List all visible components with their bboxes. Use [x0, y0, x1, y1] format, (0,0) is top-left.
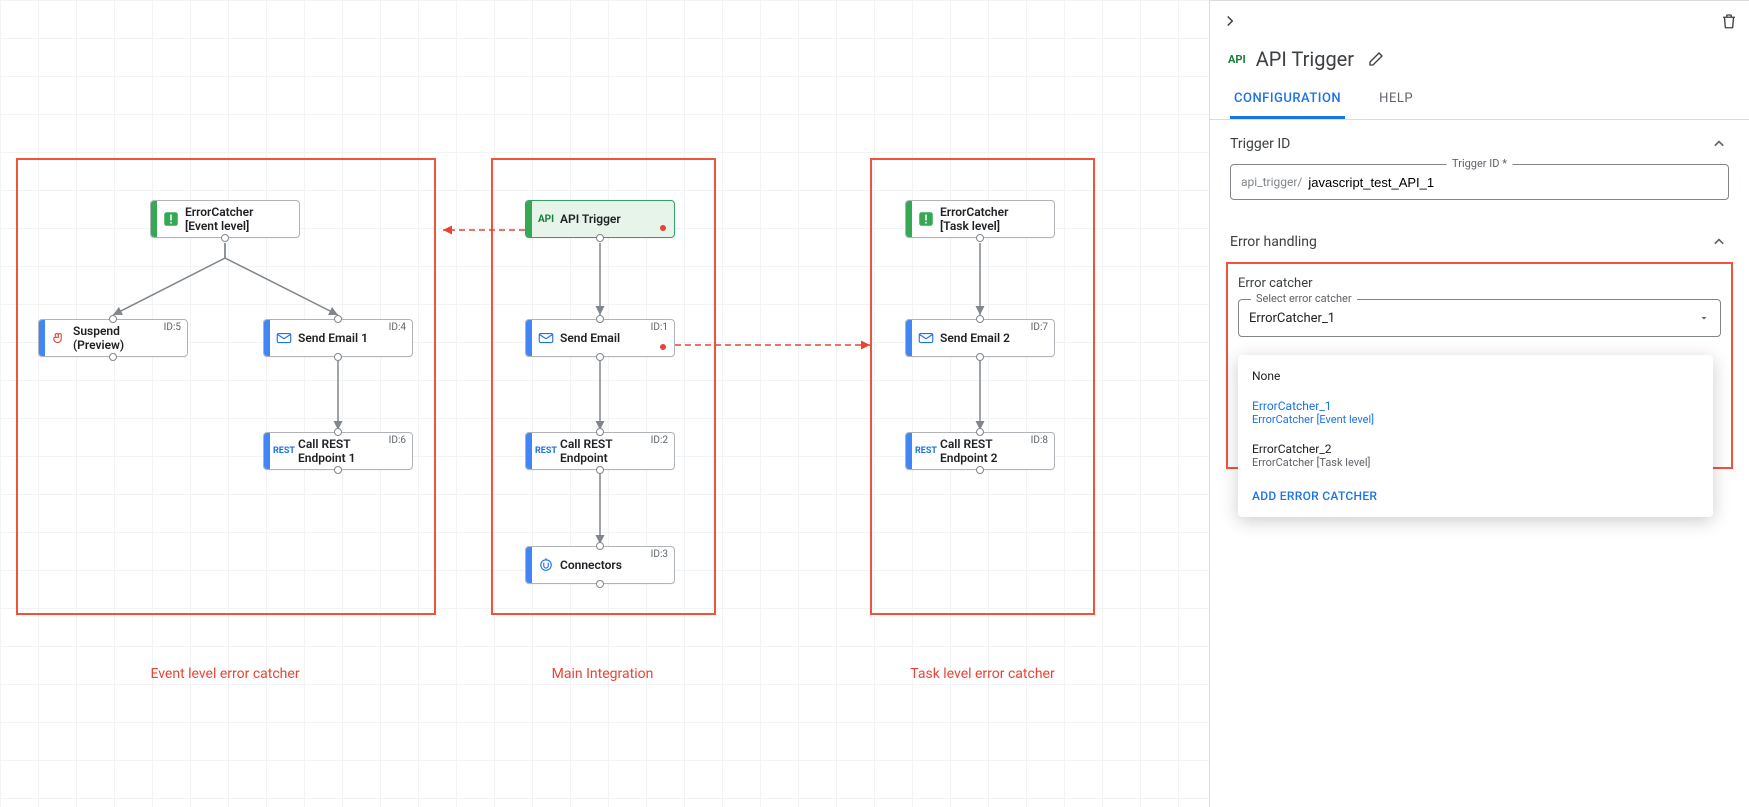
node-rest[interactable]: REST Call REST Endpoint ID:2 — [525, 432, 675, 470]
trigger-id-input[interactable] — [1306, 174, 1718, 191]
option-errorcatcher-1[interactable]: ErrorCatcher_1 ErrorCatcher [Event level… — [1238, 391, 1713, 434]
node-label: Connectors — [560, 558, 674, 572]
error-indicator-icon — [660, 225, 666, 231]
select-label: Select error catcher — [1251, 292, 1357, 305]
region-label-event: Event level error catcher — [90, 666, 360, 682]
add-error-catcher-button[interactable]: ADD ERROR CATCHER — [1238, 477, 1713, 511]
node-label: API Trigger — [560, 212, 674, 226]
node-label: Send Email 1 — [298, 331, 412, 345]
node-id: ID:8 — [1031, 435, 1048, 446]
node-rest-1[interactable]: REST Call REST Endpoint 1 ID:6 — [263, 432, 413, 470]
node-id: ID:5 — [164, 322, 181, 333]
error-indicator-icon — [660, 344, 666, 350]
trigger-id-field[interactable]: Trigger ID * api_trigger/ — [1230, 164, 1729, 200]
node-suspend[interactable]: Suspend (Preview) ID:5 — [38, 319, 188, 357]
tab-help[interactable]: HELP — [1375, 81, 1417, 119]
panel-title: API Trigger — [1256, 47, 1354, 71]
properties-panel: API API Trigger CONFIGURATION HELP Trigg… — [1209, 0, 1749, 807]
error-catcher-dropdown: None ErrorCatcher_1 ErrorCatcher [Event … — [1238, 355, 1713, 517]
tab-configuration[interactable]: CONFIGURATION — [1230, 81, 1345, 119]
api-icon: API — [1228, 53, 1246, 66]
node-label: ErrorCatcher [Event level] — [185, 205, 299, 233]
node-label: Send Email — [560, 331, 674, 345]
delete-button[interactable] — [1717, 9, 1741, 33]
node-api-trigger[interactable]: API API Trigger — [525, 200, 675, 238]
node-id: ID:7 — [1031, 322, 1048, 333]
node-id: ID:2 — [651, 435, 668, 446]
node-send-email-1[interactable]: Send Email 1 ID:4 — [263, 319, 413, 357]
node-send-email-2[interactable]: Send Email 2 ID:7 — [905, 319, 1055, 357]
region-label-task: Task level error catcher — [870, 666, 1095, 682]
error-catcher-label: Error catcher — [1238, 276, 1721, 291]
node-id: ID:3 — [651, 549, 668, 560]
node-id: ID:6 — [389, 435, 406, 446]
node-id: ID:4 — [389, 322, 406, 333]
option-none[interactable]: None — [1238, 361, 1713, 391]
chevron-down-icon — [1698, 312, 1710, 324]
node-errorcatcher-event[interactable]: ErrorCatcher [Event level] — [150, 200, 300, 238]
region-label-main: Main Integration — [490, 666, 715, 682]
field-label: Trigger ID * — [1446, 157, 1513, 170]
node-send-email[interactable]: Send Email ID:1 — [525, 319, 675, 357]
section-error-handling-header[interactable]: Error handling — [1210, 218, 1749, 262]
select-value: ErrorCatcher_1 — [1249, 311, 1335, 326]
collapse-panel-button[interactable] — [1218, 9, 1242, 33]
node-connectors[interactable]: Connectors ID:3 — [525, 546, 675, 584]
node-label: ErrorCatcher [Task level] — [940, 205, 1054, 233]
node-label: Send Email 2 — [940, 331, 1054, 345]
section-title: Error handling — [1230, 234, 1317, 250]
option-errorcatcher-2[interactable]: ErrorCatcher_2 ErrorCatcher [Task level] — [1238, 434, 1713, 477]
error-catcher-box: Error catcher Select error catcher Error… — [1226, 262, 1733, 469]
field-prefix: api_trigger/ — [1241, 175, 1302, 189]
node-rest-2[interactable]: REST Call REST Endpoint 2 ID:8 — [905, 432, 1055, 470]
integration-canvas[interactable]: Event level error catcher Main Integrati… — [0, 0, 1209, 807]
node-errorcatcher-task[interactable]: ErrorCatcher [Task level] — [905, 200, 1055, 238]
section-title: Trigger ID — [1230, 136, 1290, 152]
error-catcher-select[interactable]: Select error catcher ErrorCatcher_1 — [1238, 299, 1721, 337]
edit-title-button[interactable] — [1364, 47, 1388, 71]
node-id: ID:1 — [651, 322, 668, 333]
